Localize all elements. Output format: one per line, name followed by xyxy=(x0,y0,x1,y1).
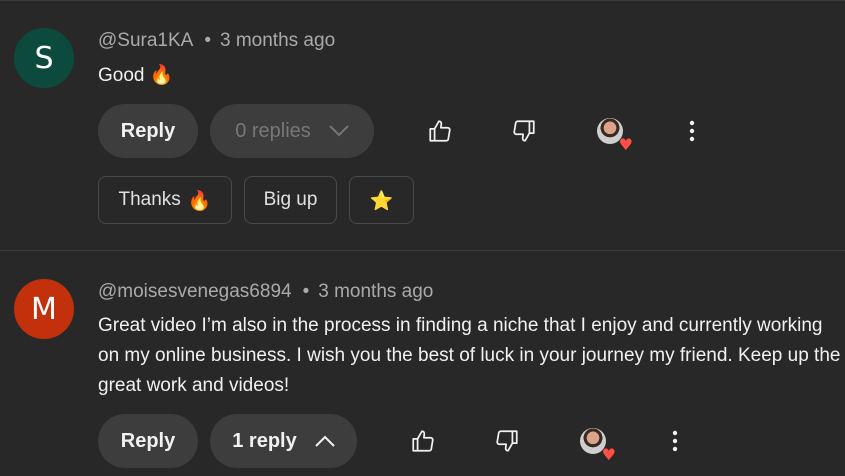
avatar[interactable]: S xyxy=(14,28,74,88)
reply-button[interactable]: Reply xyxy=(98,104,198,158)
creator-avatar: ♥ xyxy=(580,428,616,463)
reply-button[interactable]: Reply xyxy=(98,414,198,468)
creator-heart-icon: ♥ xyxy=(618,135,633,154)
replies-toggle-button[interactable]: 0 replies xyxy=(210,104,374,158)
creator-avatar: ♥ xyxy=(597,118,633,153)
thumbs-up-icon xyxy=(429,120,451,142)
suggested-reply-star[interactable]: ⭐ xyxy=(349,176,414,224)
suggested-reply-thanks[interactable]: Thanks 🔥 xyxy=(98,176,232,224)
author-name[interactable]: @Sura1KA xyxy=(98,30,193,51)
replies-count: 1 reply xyxy=(232,429,297,452)
meta-separator: • xyxy=(302,281,310,302)
thumbs-down-icon xyxy=(513,120,535,142)
author-name[interactable]: @moisesvenegas6894 xyxy=(98,281,292,302)
meta-separator: • xyxy=(204,30,211,51)
comment-text: Good 🔥 xyxy=(98,65,174,86)
more-actions-button[interactable] xyxy=(655,421,695,461)
suggested-reply-label: Big up xyxy=(263,189,318,210)
dislike-button[interactable] xyxy=(487,421,527,461)
suggested-reply-label: Thanks xyxy=(118,189,181,210)
star-icon: ⭐ xyxy=(369,189,394,212)
dislike-button[interactable] xyxy=(504,111,544,151)
creator-heart-icon: ♥ xyxy=(601,445,616,464)
more-vertical-icon xyxy=(689,120,695,142)
comment-meta: @moisesvenegas6894 • 3 months ago xyxy=(98,281,433,303)
creator-heart-badge[interactable]: ♥ xyxy=(590,111,633,153)
like-button[interactable] xyxy=(420,111,460,151)
replies-toggle-button[interactable]: 1 reply xyxy=(210,414,357,468)
comment-time[interactable]: 3 months ago xyxy=(318,281,433,302)
comment-item: S @Sura1KA • 3 months ago Good 🔥 Reply 0 r… xyxy=(0,0,845,250)
creator-heart-badge[interactable]: ♥ xyxy=(573,421,616,463)
more-actions-button[interactable] xyxy=(672,111,712,151)
comment-text: Great video I’m also in the process in f… xyxy=(98,315,841,396)
replies-count: 0 replies xyxy=(235,119,311,142)
thumbs-up-icon xyxy=(412,430,434,452)
comment-time[interactable]: 3 months ago xyxy=(220,30,335,51)
fire-icon: 🔥 xyxy=(187,189,212,212)
comment-meta: @Sura1KA • 3 months ago xyxy=(98,30,335,52)
avatar[interactable]: M xyxy=(14,279,74,339)
chevron-up-icon xyxy=(315,435,335,447)
suggested-reply-big-up[interactable]: Big up xyxy=(244,176,337,224)
chevron-down-icon xyxy=(329,125,349,137)
thumbs-down-icon xyxy=(496,430,518,452)
like-button[interactable] xyxy=(403,421,443,461)
comment-item: M @moisesvenegas6894 • 3 months ago Great … xyxy=(0,251,845,476)
more-vertical-icon xyxy=(672,430,678,452)
